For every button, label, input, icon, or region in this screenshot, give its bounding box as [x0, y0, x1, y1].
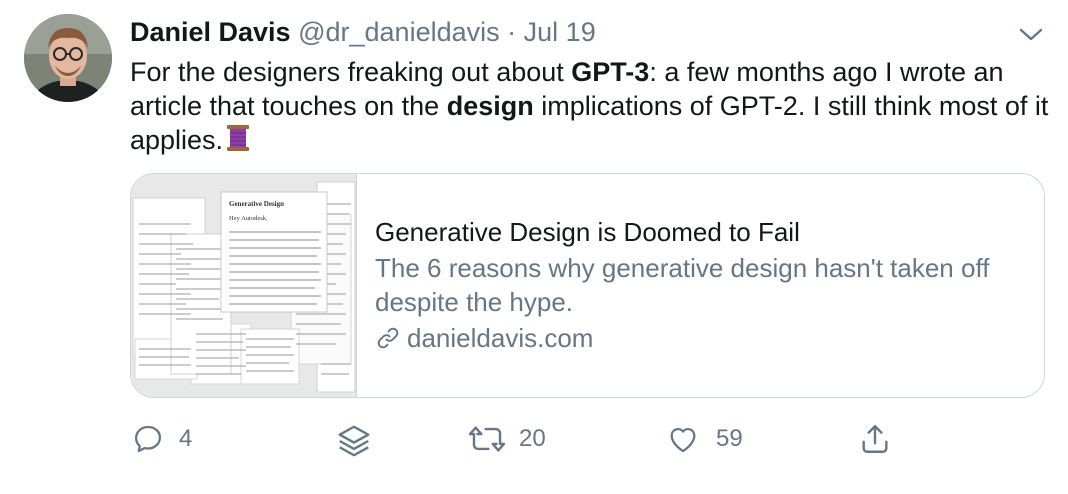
add-to-thread-button[interactable]	[335, 422, 373, 460]
link-icon	[377, 327, 399, 349]
share-button[interactable]	[858, 422, 892, 456]
author-handle[interactable]: @dr_danieldavis	[298, 17, 500, 47]
like-button[interactable]: 59	[666, 422, 743, 456]
layers-icon	[338, 425, 370, 457]
card-body: Generative Design is Doomed to Fail The …	[375, 214, 1025, 355]
card-description: The 6 reasons why generative design hasn…	[375, 253, 990, 317]
like-count: 59	[716, 425, 743, 452]
chevron-down-icon	[1019, 28, 1043, 41]
thumb-heading: Generative Design	[229, 200, 284, 208]
reply-icon	[134, 425, 162, 453]
retweet-count: 20	[519, 425, 546, 452]
reply-button[interactable]: 4	[131, 422, 192, 456]
card-domain-text: danieldavis.com	[407, 323, 594, 353]
share-icon	[862, 425, 888, 453]
tweet-header: Daniel Davis @dr_danieldavis · Jul 19	[130, 14, 596, 50]
retweet-button[interactable]: 20	[467, 422, 546, 456]
header-separator: ·	[507, 17, 517, 47]
card-thumbnail: Generative Design Hey Autodesk,	[131, 174, 357, 397]
tweet-text-bold: design	[446, 91, 534, 121]
link-card[interactable]: Generative Design Hey Autodesk, Generati…	[130, 173, 1045, 398]
tweet-actions: 4 20 59	[0, 422, 1068, 462]
more-options-button[interactable]	[1016, 20, 1046, 50]
reply-count: 4	[179, 425, 193, 452]
thumb-greeting: Hey Autodesk,	[229, 215, 268, 222]
avatar[interactable]	[24, 14, 112, 102]
tweet-text-bold: GPT-3	[571, 57, 650, 87]
card-title: Generative Design is Doomed to Fail	[375, 217, 800, 247]
author-name[interactable]: Daniel Davis	[130, 17, 291, 47]
heart-icon	[670, 428, 696, 453]
tweet-text-part: For the designers freaking out about	[130, 57, 572, 87]
avatar-image	[24, 14, 112, 102]
card-thumbnail-image: Generative Design Hey Autodesk,	[131, 174, 356, 397]
tweet-text: For the designers freaking out about GPT…	[130, 55, 1055, 161]
retweet-icon	[468, 426, 506, 452]
spool-emoji-icon	[225, 123, 251, 161]
tweet-date[interactable]: Jul 19	[524, 17, 596, 47]
card-domain: danieldavis.com	[375, 321, 1025, 355]
